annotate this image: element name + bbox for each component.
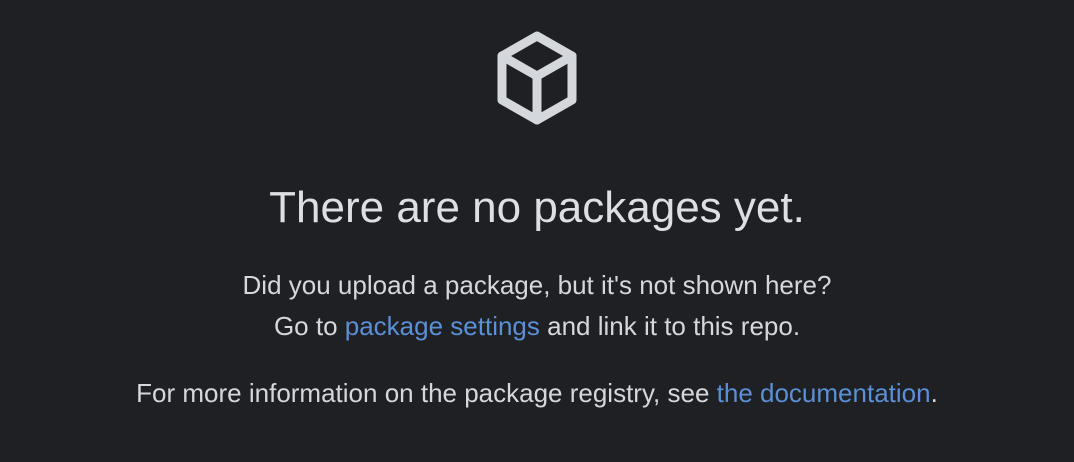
registry-info-text: For more information on the package regi… xyxy=(0,376,1074,410)
package-settings-hint: Go to package settings and link it to th… xyxy=(0,309,1074,343)
upload-question-text: Did you upload a package, but it's not s… xyxy=(242,270,832,300)
package-settings-link[interactable]: package settings xyxy=(345,311,540,341)
package-icon xyxy=(497,31,577,125)
info-suffix: . xyxy=(930,378,938,408)
empty-state: There are no packages yet. Did you uploa… xyxy=(0,0,1074,462)
package-icon-container xyxy=(0,30,1074,126)
hint-suffix: and link it to this repo. xyxy=(539,311,801,341)
empty-state-title: There are no packages yet. xyxy=(269,183,805,232)
documentation-link[interactable]: the documentation xyxy=(717,378,931,408)
hint-prefix: Go to xyxy=(273,311,345,341)
info-prefix: For more information on the package regi… xyxy=(136,378,717,408)
